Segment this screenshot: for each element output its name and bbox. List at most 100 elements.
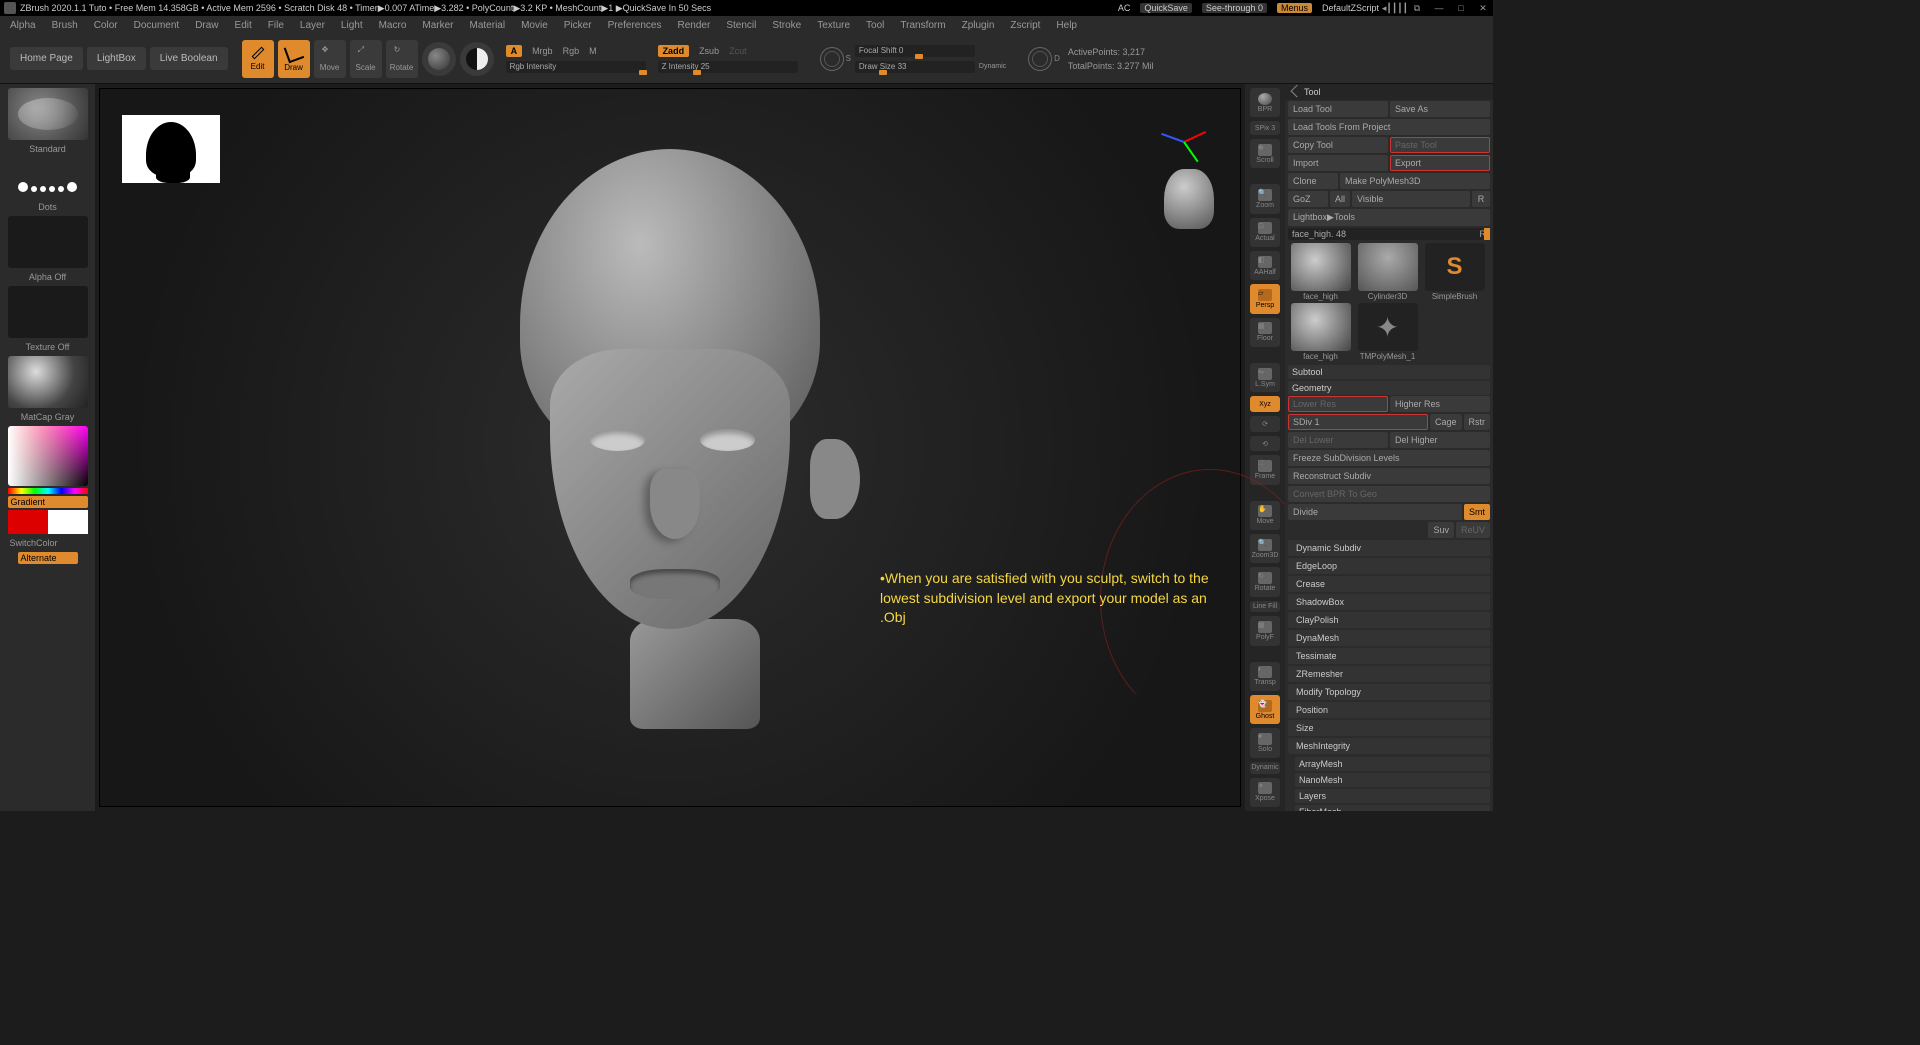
section-position[interactable]: Position (1288, 702, 1490, 718)
subtool-section[interactable]: Subtool (1288, 365, 1490, 379)
import-button[interactable]: Import (1288, 155, 1388, 171)
save-as-button[interactable]: Save As (1390, 101, 1490, 117)
menu-tool[interactable]: Tool (866, 20, 884, 31)
menu-color[interactable]: Color (94, 20, 118, 31)
tool-item-face-high[interactable]: face_high (1288, 243, 1353, 301)
alpha-selector[interactable] (8, 216, 88, 268)
cage-toggle[interactable]: Cage (1430, 414, 1462, 430)
liveboolean-button[interactable]: Live Boolean (150, 47, 228, 70)
draw-size-slider[interactable]: Draw Size 33 (855, 61, 975, 73)
rgb-toggle[interactable]: Rgb (563, 46, 580, 56)
paste-tool-button[interactable]: Paste Tool (1390, 137, 1490, 153)
stroke-selector[interactable] (8, 158, 88, 198)
seethrough-slider[interactable]: See-through 0 (1202, 3, 1267, 13)
default-zscript[interactable]: DefaultZScript (1322, 3, 1379, 13)
load-project-button[interactable]: Load Tools From Project (1288, 119, 1490, 135)
minimize-icon[interactable]: — (1433, 3, 1445, 13)
edit-mode-button[interactable]: Edit (242, 40, 274, 78)
smt-toggle[interactable]: Smt (1464, 504, 1490, 520)
section-modify-topology[interactable]: Modify Topology (1288, 684, 1490, 700)
axis-z-button[interactable]: ⟲ (1250, 436, 1280, 452)
tool-slider[interactable]: face_high. 48R (1288, 228, 1490, 240)
higher-res-button[interactable]: Higher Res (1390, 396, 1490, 412)
tool-item-simplebrush[interactable]: SimpleBrush (1422, 243, 1487, 301)
color-swatches[interactable] (8, 510, 88, 534)
divide-button[interactable]: Divide (1288, 504, 1462, 520)
sdiv-slider[interactable]: SDiv 1 (1288, 414, 1428, 430)
del-lower-button[interactable]: Del Lower (1288, 432, 1388, 448)
lightbox-button[interactable]: LightBox (87, 47, 146, 70)
load-tool-button[interactable]: Load Tool (1288, 101, 1388, 117)
lightbox-tools-button[interactable]: Lightbox▶Tools (1288, 209, 1490, 226)
tool-item-tmpolymesh[interactable]: ✦TMPolyMesh_1 (1355, 303, 1420, 361)
menu-help[interactable]: Help (1056, 20, 1077, 31)
menu-transform[interactable]: Transform (900, 20, 945, 31)
alternate-toggle[interactable]: Alternate (18, 552, 78, 564)
goz-all-button[interactable]: All (1330, 191, 1350, 207)
make-polymesh-button[interactable]: Make PolyMesh3D (1340, 173, 1490, 189)
zoom-button[interactable]: 🔍Zoom (1250, 184, 1280, 213)
reuv-toggle[interactable]: ReUV (1456, 522, 1490, 538)
section-dynamic-subdiv[interactable]: Dynamic Subdiv (1288, 540, 1490, 556)
floor-button[interactable]: ▦Floor (1250, 318, 1280, 347)
menu-macro[interactable]: Macro (379, 20, 407, 31)
del-higher-button[interactable]: Del Higher (1390, 432, 1490, 448)
menu-preferences[interactable]: Preferences (608, 20, 662, 31)
menu-alpha[interactable]: Alpha (10, 20, 36, 31)
lsym-button[interactable]: ⇋L.Sym (1250, 363, 1280, 392)
viewport-canvas[interactable]: •When you are satisfied with you sculpt,… (99, 88, 1241, 807)
material-selector[interactable] (8, 356, 88, 408)
hue-strip[interactable] (8, 488, 88, 494)
menu-light[interactable]: Light (341, 20, 363, 31)
menu-layer[interactable]: Layer (300, 20, 325, 31)
menu-file[interactable]: File (268, 20, 284, 31)
z-intensity-slider[interactable]: Z Intensity 25 (658, 61, 798, 73)
zsub-toggle[interactable]: Zsub (699, 46, 719, 56)
section-nanomesh[interactable]: NanoMesh (1295, 773, 1490, 787)
menu-draw[interactable]: Draw (195, 20, 218, 31)
menu-picker[interactable]: Picker (564, 20, 592, 31)
tool-item-face-high-2[interactable]: face_high (1288, 303, 1353, 361)
sculptris-button[interactable] (460, 42, 494, 76)
section-fibermesh[interactable]: FiberMesh (1295, 805, 1490, 811)
section-layers[interactable]: Layers (1295, 789, 1490, 803)
convert-bpr-button[interactable]: Convert BPR To Geo (1288, 486, 1490, 502)
dynamic-toggle[interactable]: Dynamic (979, 63, 1006, 70)
camera-head-icon[interactable] (1164, 169, 1214, 229)
zadd-toggle[interactable]: Zadd (658, 45, 690, 57)
menu-edit[interactable]: Edit (235, 20, 252, 31)
menu-zscript[interactable]: Zscript (1010, 20, 1040, 31)
suv-toggle[interactable]: Suv (1428, 522, 1454, 538)
tool-item-cylinder[interactable]: Cylinder3D (1355, 243, 1420, 301)
maximize-icon[interactable]: □ (1455, 3, 1467, 13)
draw-mode-button[interactable]: Draw (278, 40, 310, 78)
xyz-button[interactable]: Xyz (1250, 396, 1280, 412)
persp-button[interactable]: ▱Persp (1250, 284, 1280, 313)
scroll-button[interactable]: ✥Scroll (1250, 139, 1280, 168)
brush-selector[interactable] (8, 88, 88, 140)
menu-material[interactable]: Material (470, 20, 506, 31)
gradient-toggle[interactable]: Gradient (8, 496, 88, 508)
move-mode-button[interactable]: ✥Move (314, 40, 346, 78)
switchcolor-button[interactable]: SwitchColor (8, 536, 88, 550)
lower-res-button[interactable]: Lower Res (1288, 396, 1388, 412)
quicksave-button[interactable]: QuickSave (1140, 3, 1192, 13)
menu-marker[interactable]: Marker (422, 20, 453, 31)
menu-stroke[interactable]: Stroke (772, 20, 801, 31)
menu-texture[interactable]: Texture (817, 20, 850, 31)
menu-brush[interactable]: Brush (52, 20, 78, 31)
m-toggle[interactable]: M (589, 46, 597, 56)
section-edgeloop[interactable]: EdgeLoop (1288, 558, 1490, 574)
main-color-swatch[interactable] (8, 510, 48, 534)
actual-button[interactable]: ⊡Actual (1250, 218, 1280, 247)
hide-icon[interactable]: ◂┃┃┃┃ (1389, 3, 1401, 13)
freeze-subdiv-button[interactable]: Freeze SubDivision Levels (1288, 450, 1490, 466)
section-zremesher[interactable]: ZRemesher (1288, 666, 1490, 682)
clone-button[interactable]: Clone (1288, 173, 1338, 189)
menu-zplugin[interactable]: Zplugin (962, 20, 995, 31)
menus-button[interactable]: Menus (1277, 3, 1312, 13)
home-button[interactable]: Home Page (10, 47, 83, 70)
goz-visible-button[interactable]: Visible (1352, 191, 1470, 207)
texture-selector[interactable] (8, 286, 88, 338)
solo-button[interactable]: ●Solo (1250, 728, 1280, 757)
